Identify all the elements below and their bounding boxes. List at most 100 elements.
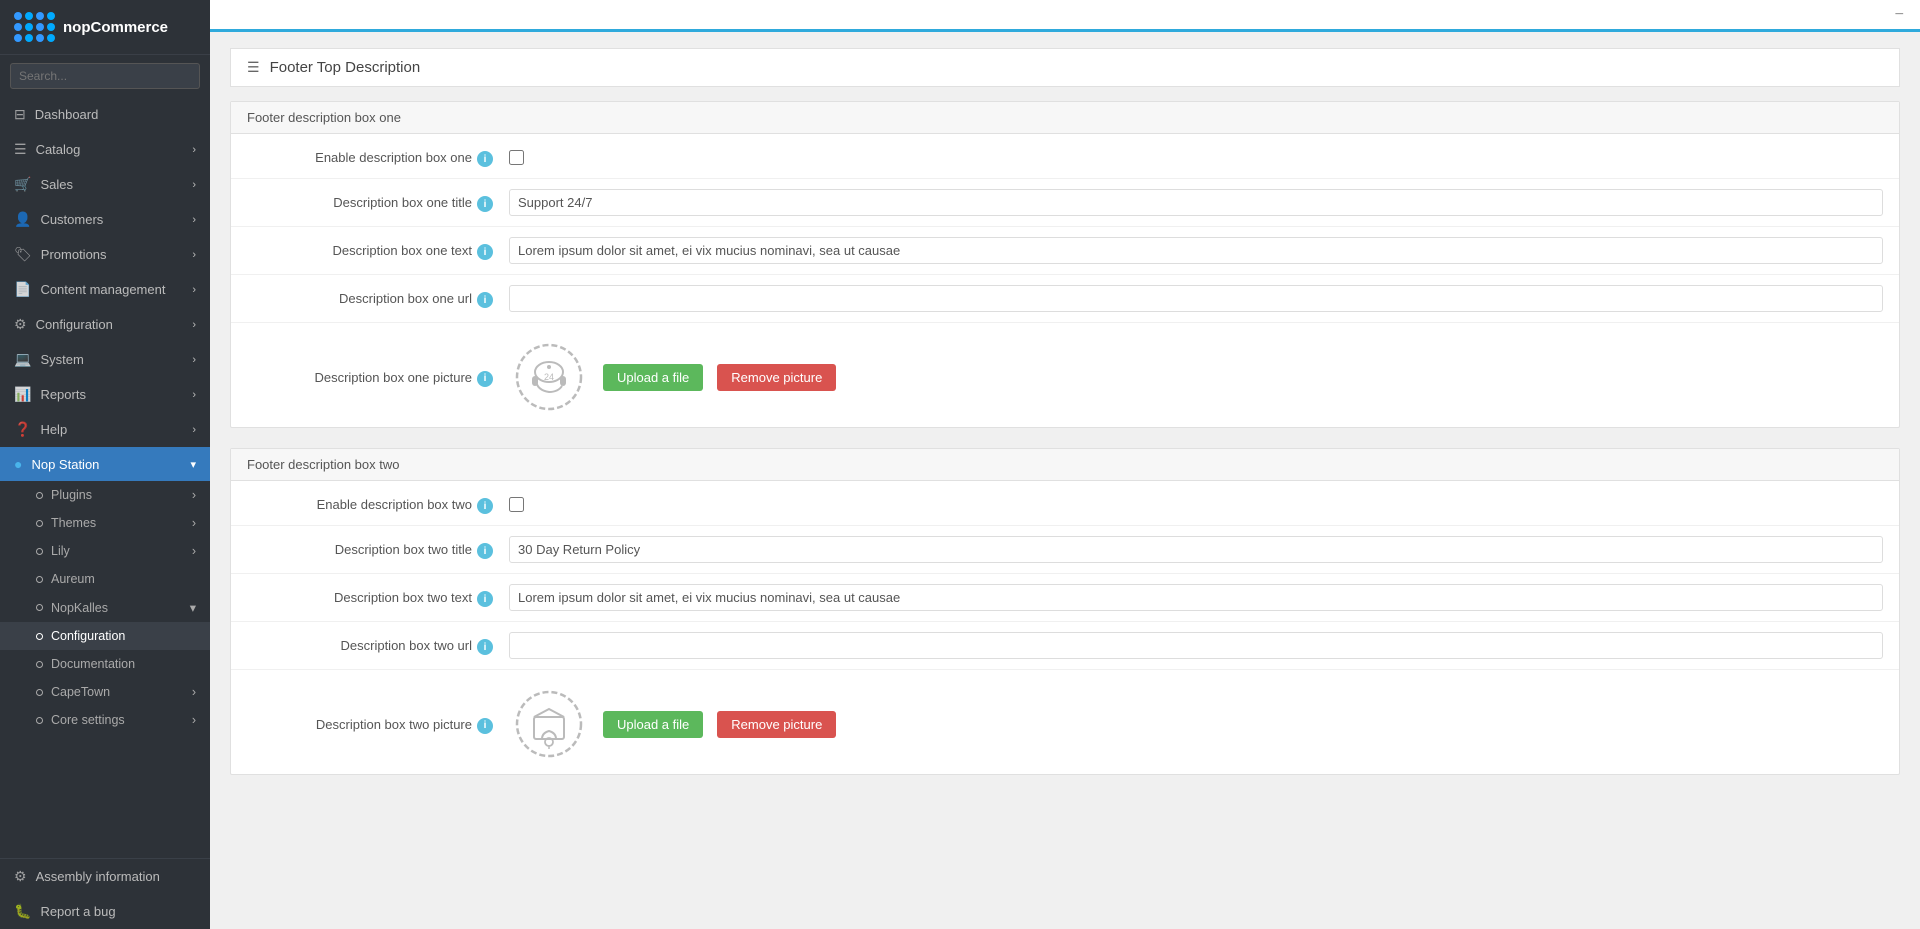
sidebar-item-label: Nop Station xyxy=(31,457,99,472)
remove-picture-button-two[interactable]: Remove picture xyxy=(717,711,836,738)
sidebar-item-label: Content management xyxy=(40,282,165,297)
control-enable-one xyxy=(507,144,1883,168)
help-icon-picture-two[interactable]: i xyxy=(477,718,493,734)
sidebar-sub-label: Aureum xyxy=(51,572,95,586)
sidebar-item-report-a-bug[interactable]: 🐛 Report a bug xyxy=(0,894,210,929)
help-icon-url-two[interactable]: i xyxy=(477,639,493,655)
sidebar-item-sales[interactable]: 🛒 Sales › xyxy=(0,167,210,202)
sidebar-item-core-settings[interactable]: Core settings › xyxy=(0,706,210,734)
form-row-enable-two: Enable description box two i xyxy=(231,481,1899,526)
chevron-down-icon: ▾ xyxy=(190,458,196,471)
sidebar-item-help[interactable]: ❓ Help › xyxy=(0,412,210,447)
input-text-one[interactable] xyxy=(509,237,1883,264)
chevron-right-icon: › xyxy=(192,389,196,401)
upload-file-button-one[interactable]: Upload a file xyxy=(603,364,703,391)
sidebar-item-aureum[interactable]: Aureum xyxy=(0,565,210,593)
sidebar-item-lily[interactable]: Lily › xyxy=(0,537,210,565)
sidebar-item-themes[interactable]: Themes › xyxy=(0,509,210,537)
upload-file-button-two[interactable]: Upload a file xyxy=(603,711,703,738)
picture-area-one: 24 Upload a file Remove picture xyxy=(509,333,1883,417)
control-url-one xyxy=(507,285,1883,312)
chevron-right-icon: › xyxy=(192,544,196,558)
control-picture-one: 24 Upload a file Remove picture xyxy=(507,333,1883,417)
help-icon-text-two[interactable]: i xyxy=(477,591,493,607)
sidebar-item-configuration-sub[interactable]: Configuration xyxy=(0,622,210,650)
checkbox-enable-two[interactable] xyxy=(509,497,524,512)
chevron-down-icon: ▾ xyxy=(190,600,196,615)
sidebar-sub-label: Themes xyxy=(51,516,96,530)
help-icon-text-one[interactable]: i xyxy=(477,244,493,260)
form-row-title-one: Description box one title i xyxy=(231,179,1899,227)
help-icon-title-one[interactable]: i xyxy=(477,196,493,212)
top-bar: − xyxy=(210,0,1920,32)
help-icon-enable-two[interactable]: i xyxy=(477,498,493,514)
section-two-header: Footer description box two xyxy=(231,449,1899,481)
help-icon-title-two[interactable]: i xyxy=(477,543,493,559)
sidebar-sub-label: Plugins xyxy=(51,488,92,502)
control-title-one xyxy=(507,189,1883,216)
content-icon: 📄 xyxy=(14,281,31,298)
sidebar-sub-label: NopKalles xyxy=(51,601,108,615)
input-text-two[interactable] xyxy=(509,584,1883,611)
sub-dot-icon xyxy=(36,548,43,555)
sidebar-item-label: Configuration xyxy=(36,317,113,332)
input-title-two[interactable] xyxy=(509,536,1883,563)
sidebar-item-catalog[interactable]: ☰ Catalog › xyxy=(0,132,210,167)
sidebar-item-label: Help xyxy=(40,422,67,437)
chevron-right-icon: › xyxy=(192,179,196,191)
form-row-text-one: Description box one text i xyxy=(231,227,1899,275)
form-row-picture-two: Description box two picture i xyxy=(231,670,1899,774)
sidebar-item-content-management[interactable]: 📄 Content management › xyxy=(0,272,210,307)
sub-dot-icon xyxy=(36,492,43,499)
page-title: Footer Top Description xyxy=(270,59,421,76)
sidebar-item-label: Promotions xyxy=(41,247,107,262)
reports-icon: 📊 xyxy=(14,386,31,403)
input-url-one[interactable] xyxy=(509,285,1883,312)
label-title-one: Description box one title i xyxy=(247,189,507,212)
catalog-icon: ☰ xyxy=(14,141,27,158)
sidebar-item-system[interactable]: 💻 System › xyxy=(0,342,210,377)
promotions-icon: 🏷 xyxy=(14,246,32,263)
sidebar-search-input[interactable] xyxy=(10,63,200,89)
sidebar-item-configuration[interactable]: ⚙ Configuration › xyxy=(0,307,210,342)
input-url-two[interactable] xyxy=(509,632,1883,659)
sidebar-sub-label: CapeTown xyxy=(51,685,110,699)
nop-station-icon: ● xyxy=(14,456,22,472)
sidebar-sub-label: Lily xyxy=(51,544,70,558)
remove-picture-button-one[interactable]: Remove picture xyxy=(717,364,836,391)
chevron-right-icon: › xyxy=(192,249,196,261)
control-url-two xyxy=(507,632,1883,659)
help-icon-picture-one[interactable]: i xyxy=(477,371,493,387)
chevron-right-icon: › xyxy=(192,424,196,436)
sidebar-item-nop-station[interactable]: ● Nop Station ▾ xyxy=(0,447,210,481)
chevron-right-icon: › xyxy=(192,319,196,331)
help-icon-url-one[interactable]: i xyxy=(477,292,493,308)
package-icon xyxy=(514,689,584,759)
checkbox-enable-one[interactable] xyxy=(509,150,524,165)
help-icon-enable-one[interactable]: i xyxy=(477,151,493,167)
input-title-one[interactable] xyxy=(509,189,1883,216)
chevron-right-icon: › xyxy=(192,713,196,727)
sidebar-item-plugins[interactable]: Plugins › xyxy=(0,481,210,509)
sidebar-item-customers[interactable]: 👤 Customers › xyxy=(0,202,210,237)
sub-dot-icon xyxy=(36,604,43,611)
sidebar: nopCommerce ⊟ Dashboard ☰ Catalog › 🛒 Sa… xyxy=(0,0,210,929)
sidebar-item-nopkalles[interactable]: NopKalles ▾ xyxy=(0,593,210,622)
sidebar-item-dashboard[interactable]: ⊟ Dashboard xyxy=(0,97,210,132)
chevron-right-icon: › xyxy=(192,685,196,699)
sidebar-item-assembly-information[interactable]: ⚙ Assembly information xyxy=(0,858,210,894)
label-url-one: Description box one url i xyxy=(247,285,507,308)
help-icon: ❓ xyxy=(14,421,31,438)
sidebar-item-promotions[interactable]: 🏷 Promotions › xyxy=(0,237,210,272)
control-enable-two xyxy=(507,491,1883,515)
label-picture-one: Description box one picture i xyxy=(247,364,507,387)
sidebar-item-capetown[interactable]: CapeTown › xyxy=(0,678,210,706)
sidebar-item-documentation[interactable]: Documentation xyxy=(0,650,210,678)
sub-dot-icon xyxy=(36,689,43,696)
control-title-two xyxy=(507,536,1883,563)
minimize-button[interactable]: − xyxy=(1895,7,1904,23)
sub-dot-icon xyxy=(36,661,43,668)
label-url-two: Description box two url i xyxy=(247,632,507,655)
sidebar-item-reports[interactable]: 📊 Reports › xyxy=(0,377,210,412)
section-two-body: Enable description box two i Description… xyxy=(231,481,1899,774)
